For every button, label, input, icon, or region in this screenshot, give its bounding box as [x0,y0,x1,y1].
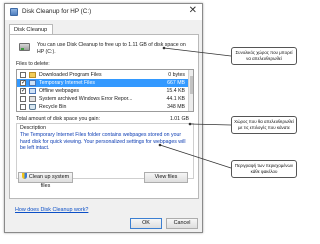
callout-line-bottom [159,144,232,169]
callout-total-space: Συνολικός χώρος που μπορεί να απελευθερω… [231,47,297,65]
callout-folder-description: Περιγραφή των περιεχομένων κάθε φακέλου [231,160,297,178]
callout-dot-top [162,46,166,50]
callout-dot-bottom [158,143,162,147]
callout-selected-space: Χώρος που θα απελευθερωθεί με τις επιλογ… [231,116,297,134]
callout-dot-middle [188,122,192,126]
callout-line-middle [189,123,232,126]
callout-line-top [163,47,232,57]
